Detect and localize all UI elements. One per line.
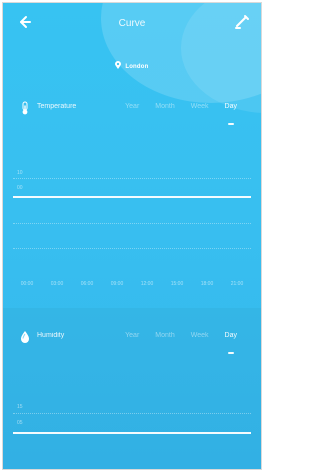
- temperature-tabs: Year Month Week Day: [117, 103, 245, 117]
- grid-line: [13, 178, 251, 179]
- app-frame: Curve London Temperature Year Month Week…: [2, 2, 262, 470]
- x-tick: 12:00: [140, 281, 154, 287]
- x-tick: 03:00: [50, 281, 64, 287]
- temperature-base-line: [13, 196, 251, 198]
- grid-line: [13, 413, 251, 414]
- temperature-label: Temperature: [37, 103, 77, 110]
- temperature-y-tick: 00: [17, 185, 23, 191]
- tab-year[interactable]: Year: [117, 332, 147, 346]
- top-bar: Curve: [3, 3, 261, 43]
- grid-line: [13, 223, 251, 224]
- humidity-section: Humidity Year Month Week Day 15 05: [3, 308, 261, 469]
- tab-day[interactable]: Day: [217, 103, 245, 117]
- location-pin-icon: [115, 61, 125, 70]
- location-label: London: [125, 64, 149, 70]
- tab-day[interactable]: Day: [217, 332, 245, 346]
- humidity-label: Humidity: [37, 332, 65, 339]
- x-tick: 09:00: [110, 281, 124, 287]
- pencil-icon[interactable]: [233, 13, 251, 31]
- humidity-y-tick: 15: [17, 404, 23, 410]
- x-tick: 21:00: [230, 281, 244, 287]
- grid-line: [13, 248, 251, 249]
- humidity-y-tick: 05: [17, 420, 23, 426]
- x-tick: 18:00: [200, 281, 214, 287]
- location[interactable]: London: [3, 61, 261, 70]
- thermometer-icon: [19, 101, 31, 115]
- x-tick: 15:00: [170, 281, 184, 287]
- humidity-base-line: [13, 432, 251, 434]
- temperature-y-tick: 10: [17, 170, 23, 176]
- tab-week[interactable]: Week: [183, 332, 217, 346]
- x-tick: 00:00: [20, 281, 34, 287]
- temperature-x-axis: 00:00 03:00 06:00 09:00 12:00 15:00 18:0…: [13, 281, 251, 287]
- humidity-header: Humidity Year Month Week Day: [13, 330, 251, 346]
- tab-month[interactable]: Month: [147, 103, 182, 117]
- water-drop-icon: [19, 330, 31, 344]
- temperature-section: Temperature Year Month Week Day 10 00 00…: [3, 83, 261, 308]
- tab-year[interactable]: Year: [117, 103, 147, 117]
- tab-week[interactable]: Week: [183, 103, 217, 117]
- x-tick: 06:00: [80, 281, 94, 287]
- tab-month[interactable]: Month: [147, 332, 182, 346]
- page-title: Curve: [118, 18, 146, 29]
- humidity-tabs: Year Month Week Day: [117, 332, 245, 346]
- temperature-header: Temperature Year Month Week Day: [13, 101, 251, 117]
